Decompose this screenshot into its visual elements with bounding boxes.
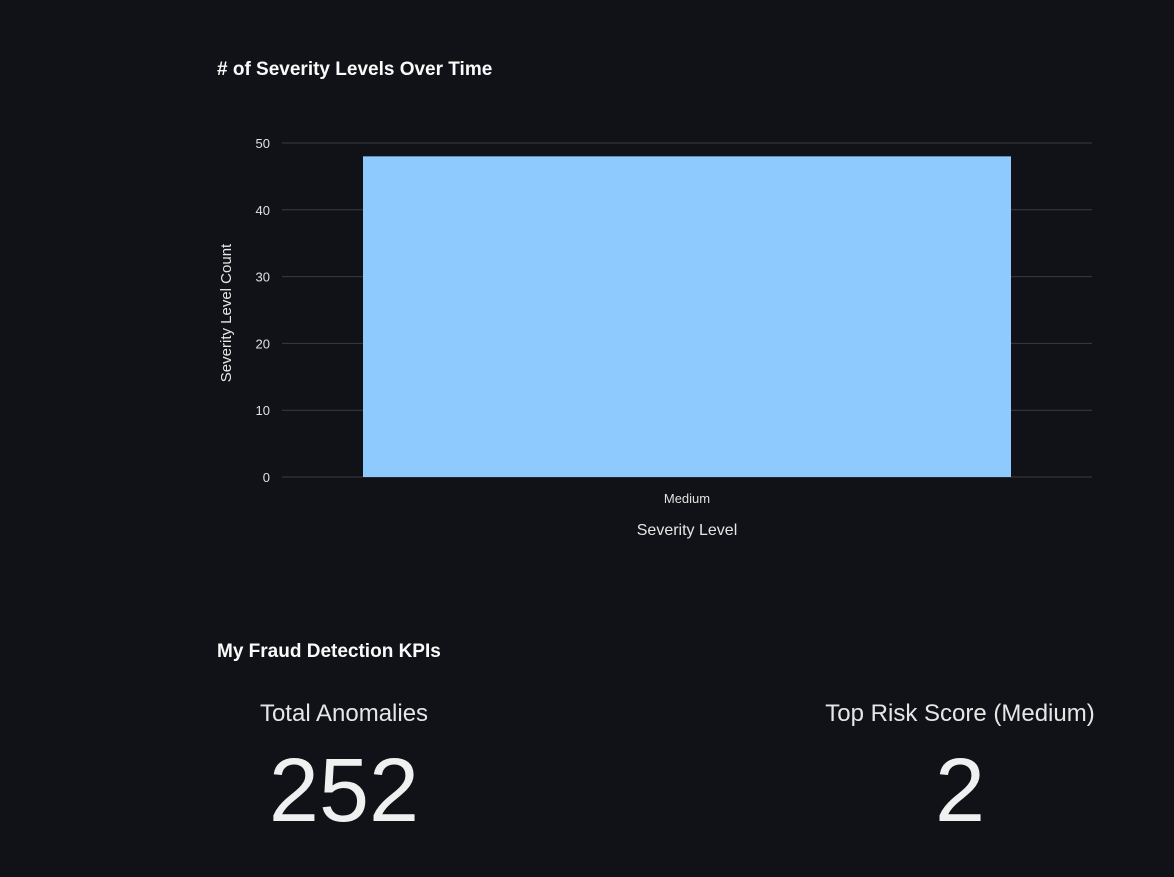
kpi-section-title: My Fraud Detection KPIs [217,641,441,662]
kpi-label: Top Risk Score (Medium) [825,700,1095,727]
kpi-value: 2 [934,741,986,841]
severity-bar-chart: 0 10 20 30 40 50 Medium Severity Level Severity … [218,136,1092,539]
y-tick-label: 50 [256,136,270,151]
kpi-value: 252 [268,741,420,841]
x-axis-title: Severity Level [637,522,738,539]
y-tick-label: 40 [256,203,270,218]
y-tick-label: 20 [256,336,270,351]
x-tick-label: Medium [664,491,710,506]
y-tick-label: 0 [263,470,270,485]
dashboard-page: # of Severity Levels Over Time 0 10 20 30 40… [0,0,1174,877]
kpi-total-anomalies: Total Anomalies 252 [244,700,444,836]
y-tick-label: 10 [256,403,270,418]
bar-medium [363,156,1011,478]
y-axis-title: Severity Level Count [218,243,235,382]
y-tick-label: 30 [256,270,270,285]
kpi-label: Total Anomalies [259,700,429,727]
kpi-top-risk-score: Top Risk Score (Medium) 2 [820,700,1100,836]
